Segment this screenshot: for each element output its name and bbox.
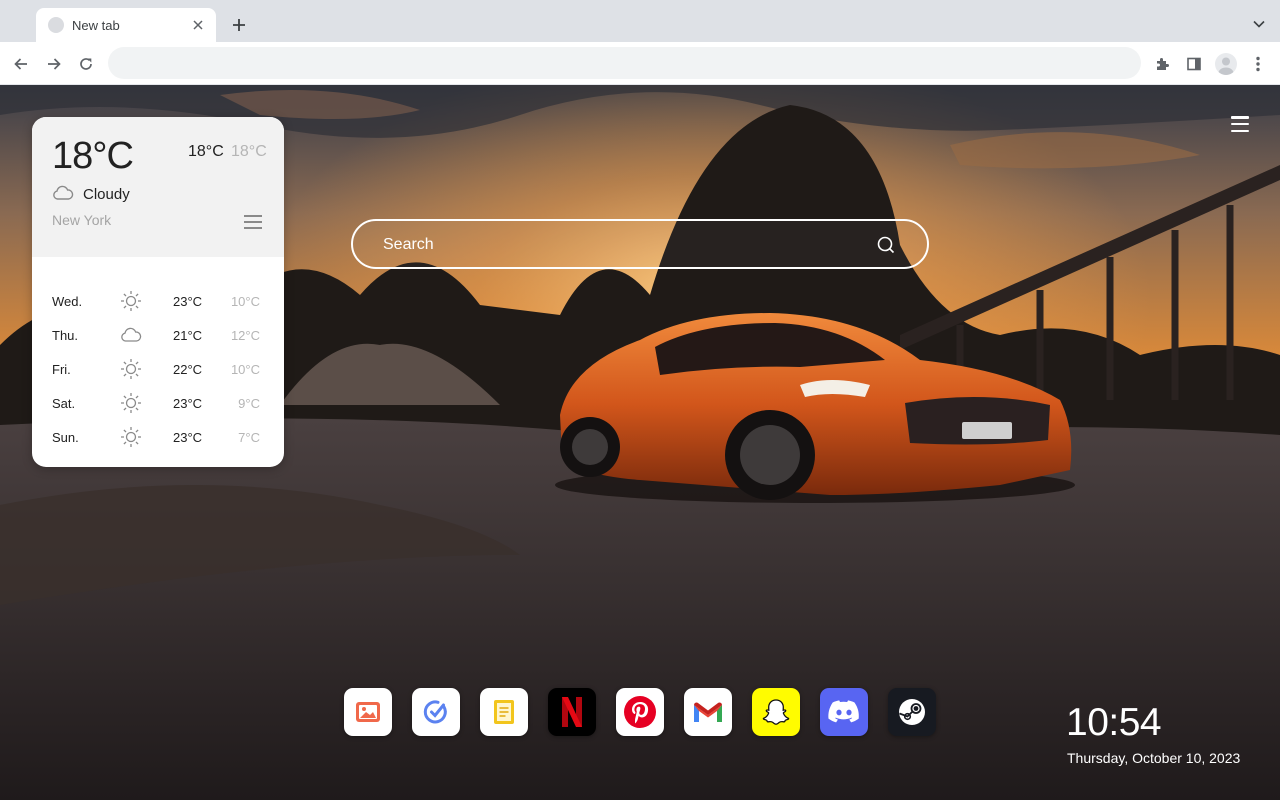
forecast-low: 12°C: [230, 328, 260, 343]
forecast-row: Sat. 23°C 9°C: [32, 387, 284, 421]
forecast-high: 23°C: [173, 294, 203, 309]
app-gallery[interactable]: [344, 688, 392, 736]
browser-toolbar: [0, 42, 1280, 85]
pinterest-icon: [624, 696, 656, 728]
today-low: 18°C: [231, 143, 267, 160]
weather-current: 18°C 18°C 18°C Cloudy New York: [32, 117, 284, 257]
forecast-row: Sun. 23°C 7°C: [32, 421, 284, 455]
tab-favicon-icon: [48, 17, 64, 33]
tab-search-button[interactable]: [1250, 15, 1268, 33]
forecast-day: Fri.: [52, 362, 71, 377]
cloud-icon: [53, 185, 74, 200]
notes-icon: [494, 700, 514, 724]
weather-condition: Cloudy: [83, 186, 130, 203]
forecast-day: Sun.: [52, 430, 79, 445]
arrow-right-icon: [48, 58, 61, 70]
person-icon: [1218, 57, 1234, 75]
weather-widget: 18°C 18°C 18°C Cloudy New York Wed. 23°C…: [32, 117, 284, 467]
sun-icon: [121, 393, 141, 413]
side-panel-button[interactable]: [1182, 52, 1206, 76]
page-menu-button[interactable]: [1231, 116, 1249, 132]
app-steam[interactable]: [888, 688, 936, 736]
new-tab-button[interactable]: [228, 14, 250, 36]
app-notes[interactable]: [480, 688, 528, 736]
tab-close-button[interactable]: [190, 17, 206, 33]
menu-bar: [1231, 129, 1249, 132]
forecast-row: Thu. 21°C 12°C: [32, 319, 284, 353]
netflix-icon: [562, 697, 582, 727]
profile-button[interactable]: [1214, 52, 1238, 76]
menu-bar: [244, 227, 262, 229]
reload-button[interactable]: [74, 52, 98, 76]
app-dock: [344, 688, 936, 736]
forecast-low: 10°C: [230, 362, 260, 377]
current-temperature: 18°C: [52, 135, 134, 177]
puzzle-icon: [1157, 58, 1169, 70]
address-bar[interactable]: [108, 47, 1141, 79]
more-vertical-icon: [1256, 56, 1260, 72]
sun-icon: [121, 427, 141, 447]
tab-title: New tab: [72, 17, 120, 33]
avatar: [1215, 53, 1237, 75]
app-snapchat[interactable]: [752, 688, 800, 736]
search-icon[interactable]: [876, 235, 896, 255]
app-gmail[interactable]: [684, 688, 732, 736]
forecast-low: 7°C: [238, 430, 260, 445]
tab-strip: New tab: [0, 0, 1280, 42]
forecast-high: 23°C: [173, 396, 203, 411]
clock-time: 10:54: [1066, 701, 1162, 744]
app-discord[interactable]: [820, 688, 868, 736]
forward-button[interactable]: [42, 52, 66, 76]
plus-icon: [233, 19, 245, 31]
app-netflix[interactable]: [548, 688, 596, 736]
back-button[interactable]: [9, 52, 33, 76]
reload-icon: [80, 58, 92, 70]
sun-icon: [121, 359, 141, 379]
gmail-icon: [694, 702, 722, 722]
app-pinterest[interactable]: [616, 688, 664, 736]
today-high: 18°C: [188, 143, 224, 160]
menu-bar: [1231, 116, 1249, 119]
forecast-row: Fri. 22°C 10°C: [32, 353, 284, 387]
search-input[interactable]: [383, 233, 863, 257]
forecast-high: 23°C: [173, 430, 203, 445]
menu-bar: [1231, 122, 1249, 126]
side-panel-icon: [1187, 57, 1201, 71]
arrow-left-icon: [14, 58, 27, 70]
chevron-down-icon: [1253, 20, 1265, 28]
app-todo[interactable]: [412, 688, 460, 736]
forecast-high: 21°C: [173, 328, 203, 343]
forecast-high: 22°C: [173, 362, 203, 377]
forecast-day: Wed.: [52, 294, 83, 309]
clock-date: Thursday, October 10, 2023: [1067, 750, 1241, 766]
weather-city: New York: [52, 212, 112, 228]
sun-icon: [121, 291, 141, 311]
close-icon: [193, 20, 203, 30]
new-tab-page: 18°C 18°C 18°C Cloudy New York Wed. 23°C…: [0, 85, 1280, 800]
todo-icon: [423, 700, 447, 724]
menu-bar: [244, 215, 262, 217]
chrome-menu-button[interactable]: [1246, 52, 1270, 76]
weather-menu-button[interactable]: [244, 215, 262, 229]
menu-bar: [244, 221, 262, 223]
steam-icon: [899, 699, 925, 725]
cloud-icon: [121, 327, 142, 342]
forecast-low: 10°C: [230, 294, 260, 309]
extensions-button[interactable]: [1150, 52, 1174, 76]
forecast-day: Sat.: [52, 396, 76, 411]
snapchat-icon: [762, 699, 790, 725]
forecast-row: Wed. 23°C 10°C: [32, 285, 284, 319]
forecast-list: Wed. 23°C 10°C Thu. 21°C 12°C Fri. 22°C …: [32, 257, 284, 455]
tab-new-tab[interactable]: New tab: [36, 8, 216, 42]
forecast-low: 9°C: [238, 396, 260, 411]
gallery-icon: [356, 702, 380, 722]
forecast-day: Thu.: [52, 328, 79, 343]
discord-icon: [828, 700, 859, 723]
search-bar: [351, 219, 929, 269]
